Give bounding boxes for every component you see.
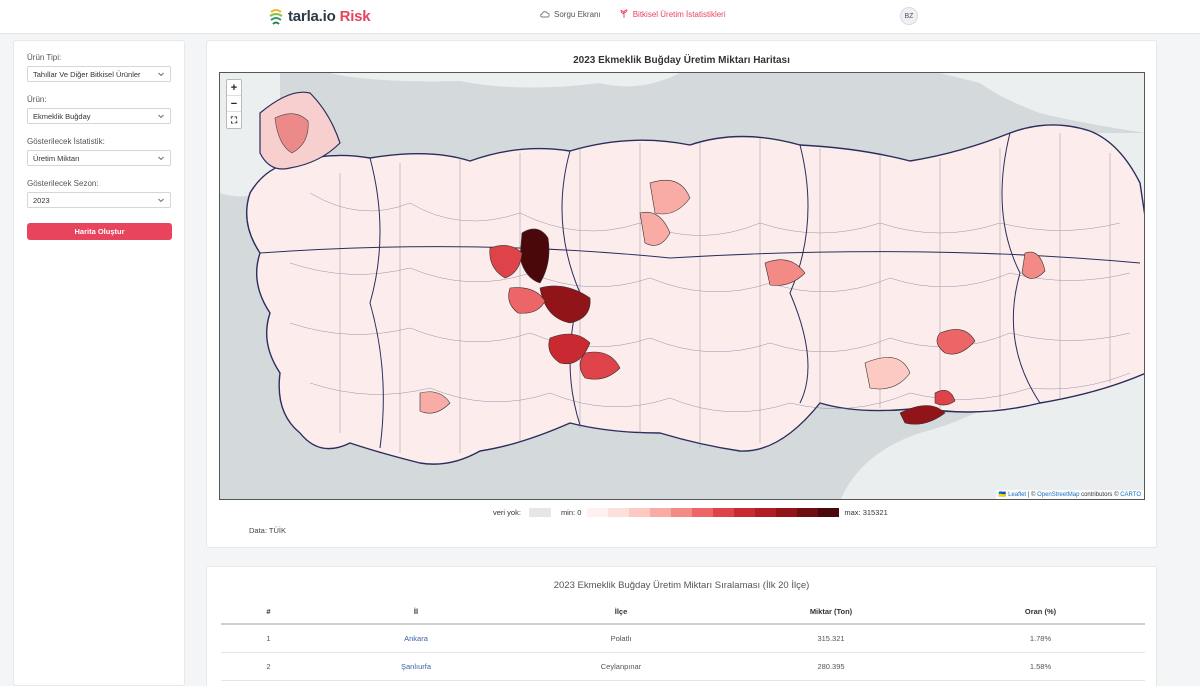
col-rank[interactable]: # <box>221 600 316 625</box>
legend-swatch <box>608 508 630 517</box>
user-avatar[interactable]: BZ <box>900 7 918 25</box>
filter-sidebar: Ürün Tipi: Tahıllar Ve Diğer Bitkisel Ür… <box>13 40 185 686</box>
legend-swatch <box>776 508 798 517</box>
legend-swatch <box>755 508 777 517</box>
zoom-in-button[interactable]: + <box>227 80 241 96</box>
cell-il: Şanlıurfa <box>316 652 516 681</box>
cell-il: Ankara <box>316 624 516 653</box>
map-title: 2023 Ekmeklik Buğday Üretim Miktarı Hari… <box>573 55 790 66</box>
chevron-down-icon <box>158 156 164 161</box>
table-row: 1 Ankara Polatlı 315.321 1.78% <box>221 624 1145 653</box>
choropleth-map[interactable]: + − ⛶ 🇺🇦 Leaflet | © OpenStreetMap contr… <box>219 72 1145 500</box>
ranking-table: # İl İlçe Miktar (Ton) Oran (%) 1 Ankara… <box>221 600 1145 681</box>
cell-ilce: Polatlı <box>516 624 726 653</box>
osm-link[interactable]: OpenStreetMap <box>1037 492 1079 498</box>
zoom-control: + − ⛶ <box>226 79 242 129</box>
cell-rank: 2 <box>221 652 316 681</box>
legend-swatch <box>713 508 735 517</box>
nav-bitkisel-uretim[interactable]: Bitkisel Üretim İstatistikleri <box>619 9 726 19</box>
map-legend: veri yok: min: 0 max: 315321 <box>493 508 888 517</box>
urun-tipi-select[interactable]: Tahıllar Ve Diğer Bitkisel Ürünler <box>27 66 171 82</box>
cell-oran: 1.58% <box>936 652 1145 681</box>
legend-swatch <box>692 508 714 517</box>
urun-label: Ürün: <box>27 95 47 104</box>
urun-select[interactable]: Ekmeklik Buğday <box>27 108 171 124</box>
sezon-label: Gösterilecek Sezon: <box>27 179 99 188</box>
map-canvas <box>220 73 1144 499</box>
zoom-out-button[interactable]: − <box>227 96 241 112</box>
col-il[interactable]: İl <box>316 600 516 625</box>
ranking-title: 2023 Ekmeklik Buğday Üretim Miktarı Sıra… <box>553 580 810 591</box>
legend-swatch <box>734 508 756 517</box>
cell-oran: 1.78% <box>936 624 1145 653</box>
cell-miktar: 280.395 <box>726 652 936 681</box>
legend-swatch <box>629 508 651 517</box>
col-oran[interactable]: Oran (%) <box>936 600 1145 625</box>
legend-min-label: min: 0 <box>560 508 582 517</box>
legend-swatch <box>797 508 819 517</box>
legend-swatch <box>671 508 693 517</box>
brand-logo[interactable]: tarla.io Risk <box>268 5 371 27</box>
leaflet-link[interactable]: Leaflet <box>1008 492 1026 498</box>
col-ilce[interactable]: İlçe <box>516 600 726 625</box>
wheat-icon <box>269 9 283 25</box>
sezon-select[interactable]: 2023 <box>27 192 171 208</box>
carto-link[interactable]: CARTO <box>1120 492 1141 498</box>
top-navbar: tarla.io Risk Sorgu Ekranı Bitkisel Üret… <box>0 0 1200 34</box>
legend-swatch <box>650 508 672 517</box>
legend-no-data-swatch <box>528 508 551 517</box>
urun-tipi-label: Ürün Tipi: <box>27 53 62 62</box>
brand-name: tarla.io Risk <box>288 7 371 25</box>
chevron-down-icon <box>158 198 164 203</box>
chevron-down-icon <box>158 114 164 119</box>
nav-sorgu-ekrani[interactable]: Sorgu Ekranı <box>540 9 601 19</box>
istatistik-label: Gösterilecek İstatistik: <box>27 137 105 146</box>
plant-icon <box>620 9 628 18</box>
ranking-card: 2023 Ekmeklik Buğday Üretim Miktarı Sıra… <box>206 566 1157 686</box>
table-header-row: # İl İlçe Miktar (Ton) Oran (%) <box>221 600 1145 625</box>
istatistik-select[interactable]: Üretim Miktarı <box>27 150 171 166</box>
chevron-down-icon <box>158 72 164 77</box>
legend-color-scale <box>587 508 840 517</box>
data-source: Data: TÜİK <box>249 526 286 535</box>
table-row: 2 Şanlıurfa Ceylanpınar 280.395 1.58% <box>221 652 1145 681</box>
flag-icon: 🇺🇦 <box>998 492 1007 498</box>
legend-max-label: max: 315321 <box>844 508 888 517</box>
legend-swatch <box>818 508 840 517</box>
fullscreen-button[interactable]: ⛶ <box>227 112 241 128</box>
legend-no-data-label: veri yok: <box>493 508 521 517</box>
harita-olustur-button[interactable]: Harita Oluştur <box>27 223 172 240</box>
map-card: 2023 Ekmeklik Buğday Üretim Miktarı Hari… <box>206 40 1157 548</box>
cell-miktar: 315.321 <box>726 624 936 653</box>
map-attribution: 🇺🇦 Leaflet | © OpenStreetMap contributor… <box>995 490 1144 499</box>
legend-swatch <box>587 508 609 517</box>
cell-ilce: Ceylanpınar <box>516 652 726 681</box>
col-miktar[interactable]: Miktar (Ton) <box>726 600 936 625</box>
cell-rank: 1 <box>221 624 316 653</box>
cloud-icon <box>540 11 550 18</box>
